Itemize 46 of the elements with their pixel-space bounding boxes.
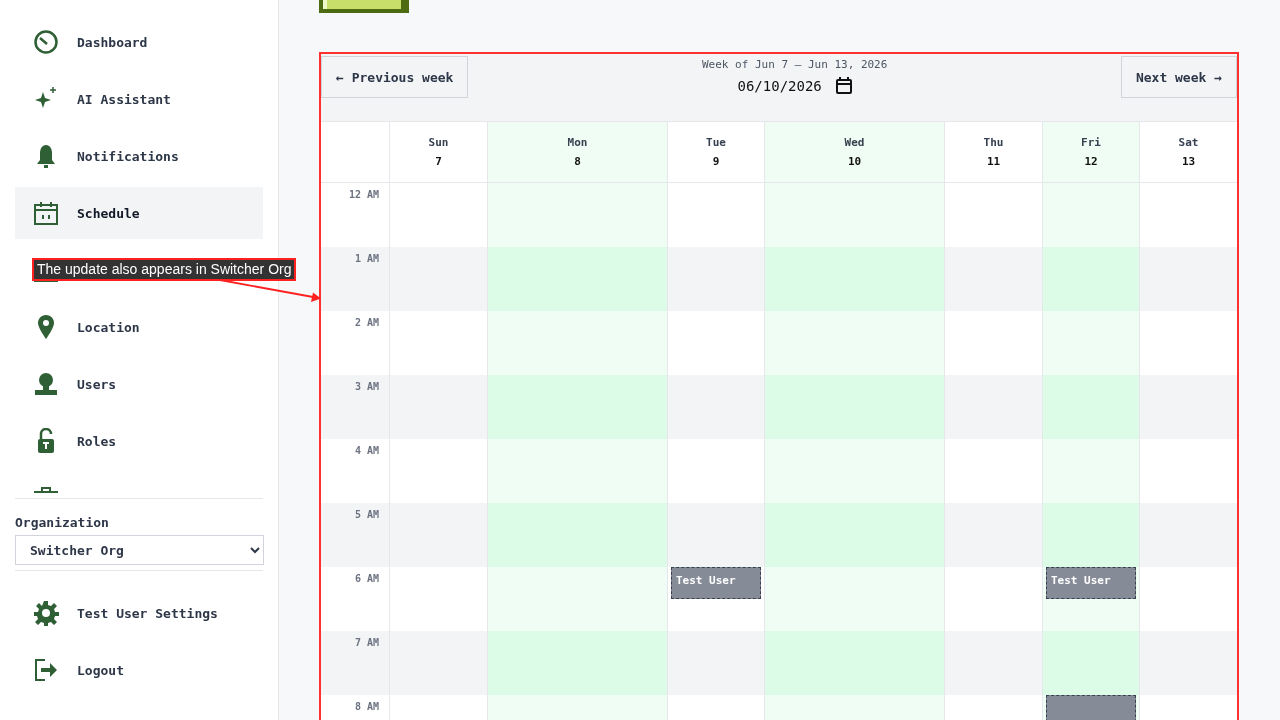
time-label: 2 AM bbox=[353, 316, 380, 330]
day-date: 9 bbox=[712, 155, 720, 168]
logo-icon bbox=[319, 0, 409, 13]
time-label: 12 AM bbox=[347, 188, 380, 202]
day-date: 11 bbox=[986, 155, 1001, 168]
nav-item[interactable]: Roles bbox=[15, 415, 263, 467]
time-label: 7 AM bbox=[321, 631, 389, 695]
day-name: Thu bbox=[983, 136, 1004, 149]
next-week-button[interactable]: Next week → bbox=[1120, 56, 1237, 98]
day-name: Sun bbox=[428, 136, 449, 149]
day-name: Sat bbox=[1178, 136, 1199, 149]
settings-icon bbox=[33, 600, 59, 626]
day-date: 7 bbox=[435, 155, 442, 168]
day-name: Fri bbox=[1081, 136, 1101, 149]
previous-week-button[interactable]: ← Previous week bbox=[321, 56, 469, 98]
user-icon bbox=[33, 371, 59, 397]
day-name: Wed bbox=[844, 136, 865, 149]
nav-item[interactable]: Users bbox=[15, 358, 263, 410]
settings-link[interactable]: Test User Settings bbox=[15, 587, 263, 639]
day-date: 13 bbox=[1181, 155, 1196, 168]
week-range: Week of Jun 7 – Jun 13, 2026 bbox=[701, 58, 888, 71]
nav-item[interactable]: AI Assistant bbox=[15, 73, 263, 125]
time-label: 1 AM bbox=[321, 247, 389, 311]
organization-label: Organization bbox=[15, 514, 110, 532]
time-label: 6 AM bbox=[353, 572, 380, 586]
calendar-icon bbox=[33, 200, 59, 226]
nav-item[interactable]: Dashboard bbox=[15, 16, 263, 68]
gauge-icon bbox=[33, 29, 59, 55]
day-date: 8 bbox=[574, 155, 581, 168]
nav-item[interactable]: Notifications bbox=[15, 130, 263, 182]
logout-icon bbox=[33, 657, 59, 683]
nav-item[interactable]: Location bbox=[15, 301, 263, 353]
day-date: 10 bbox=[847, 155, 862, 168]
logout-link[interactable]: Logout bbox=[15, 644, 263, 696]
calendar-icon[interactable] bbox=[835, 77, 852, 94]
day-name: Tue bbox=[706, 136, 726, 149]
date-field[interactable]: 06/10/2026 bbox=[731, 77, 858, 94]
nav-item[interactable]: Schedule bbox=[15, 187, 263, 239]
time-label: 5 AM bbox=[321, 503, 389, 567]
annotation-tooltip: The update also appears in Switcher Org bbox=[32, 258, 297, 281]
day-date: 12 bbox=[1084, 155, 1098, 168]
time-label: 4 AM bbox=[353, 444, 380, 458]
organization-select[interactable]: Switcher Org bbox=[15, 535, 264, 565]
day-name: Mon bbox=[567, 136, 588, 149]
time-label: 8 AM bbox=[353, 700, 380, 714]
time-label: 3 AM bbox=[321, 375, 389, 439]
